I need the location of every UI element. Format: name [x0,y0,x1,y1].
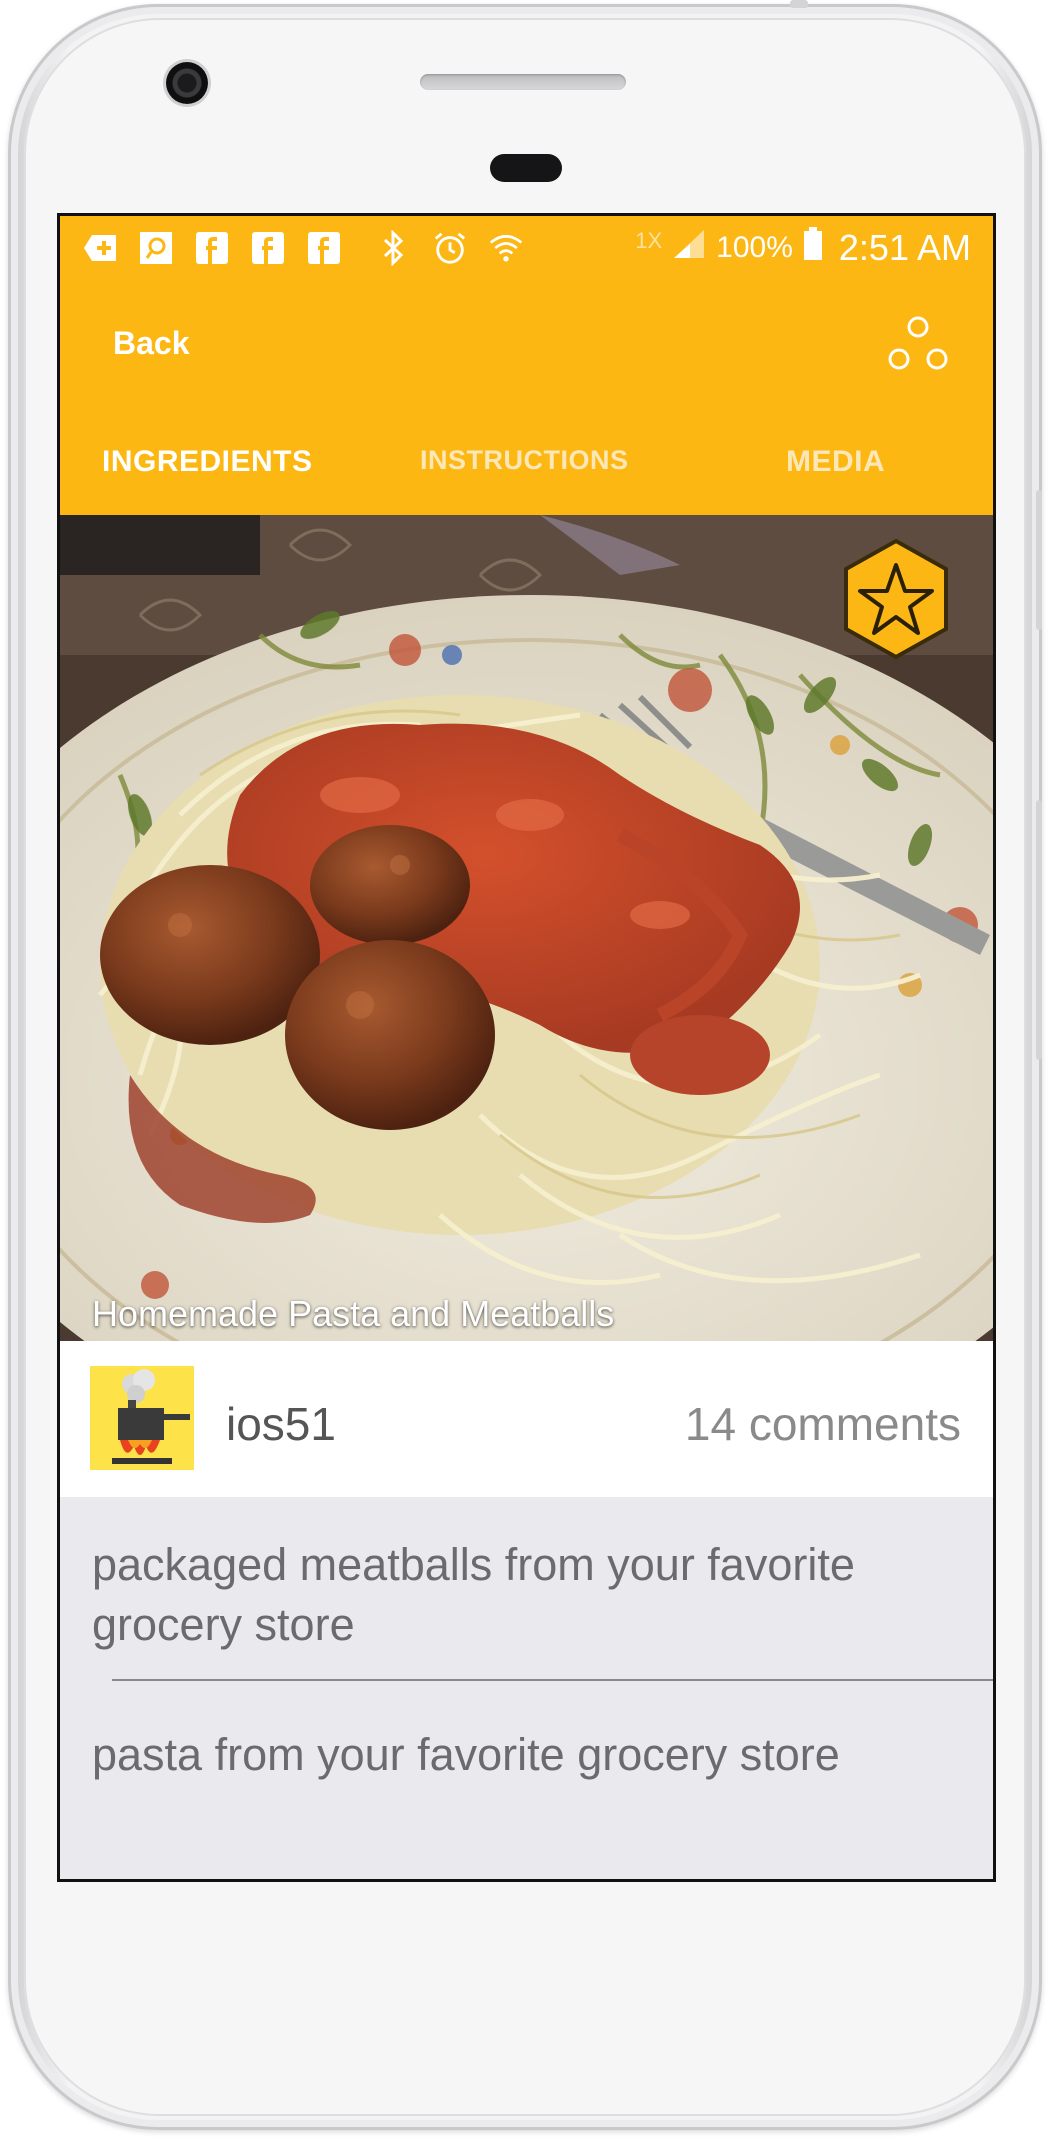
tab-instructions[interactable]: INSTRUCTIONS [420,445,629,476]
tab-ingredients[interactable]: INGREDIENTS [102,445,313,479]
status-right: 1X 100% 2:51 AM [635,226,971,269]
notification-icons [82,229,524,266]
plus-icon [82,230,118,266]
app-box-icon [138,230,174,266]
recipe-photo: Homemade Pasta and Meatballs [60,515,993,1341]
facebook-icon [306,230,342,266]
app-screen: 1X 100% 2:51 AM Back INGREDIENTS INSTRUC… [57,213,996,1882]
wifi-icon [488,230,524,266]
tab-media[interactable]: MEDIA [786,445,885,479]
volume-button [1036,490,1042,630]
top-button [790,0,808,8]
signal-icon [672,228,706,268]
share-icon[interactable] [886,313,950,377]
earpiece [490,154,562,182]
recipe-title: Homemade Pasta and Meatballs [92,1293,615,1334]
bluetooth-icon [376,229,412,266]
list-item: pasta from your favorite grocery store [92,1729,840,1780]
author-name[interactable]: ios51 [226,1397,336,1451]
list-item: packaged meatballs from your favorite gr… [92,1539,855,1650]
front-camera [166,62,208,104]
ingredients-list: packaged meatballs from your favorite gr… [60,1497,993,1785]
tab-bar: INGREDIENTS INSTRUCTIONS MEDIA [60,417,993,515]
star-icon[interactable] [840,537,952,661]
battery-percent: 100% [716,230,793,264]
speaker-grille [420,74,626,90]
power-button [1036,800,1042,1060]
facebook-icon [194,230,230,266]
battery-icon [803,226,823,269]
app-bar: Back [60,279,993,417]
author-row: ios51 14 comments [60,1341,993,1497]
back-button[interactable]: Back [113,325,190,362]
avatar[interactable] [90,1366,194,1470]
comments-count[interactable]: 14 comments [685,1397,961,1451]
clock: 2:51 AM [838,226,971,268]
status-bar: 1X 100% 2:51 AM [60,216,993,279]
facebook-icon [250,230,286,266]
alarm-icon [432,230,468,266]
network-type: 1X [635,227,663,253]
cooking-pot-icon [90,1366,194,1470]
